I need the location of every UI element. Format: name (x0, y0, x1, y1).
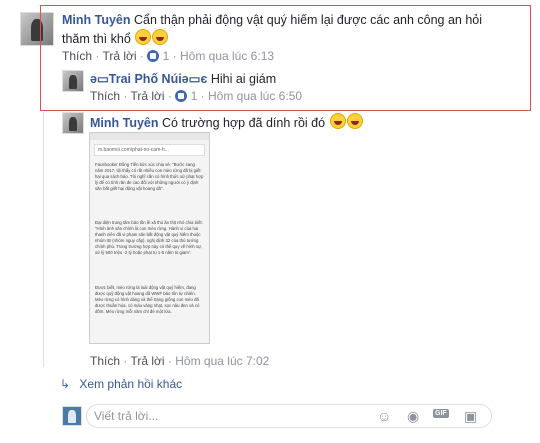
avatar[interactable] (62, 112, 84, 134)
comment-author[interactable]: Minh Tuyên (90, 116, 159, 130)
sticker-icon[interactable]: ▣ (464, 408, 477, 425)
article-paragraph: Đại diện trung tâm bảo tồn lê xã thú ăn … (95, 220, 203, 255)
current-user-avatar (62, 406, 82, 426)
comment-text: Có trường hợp đã dính rồi đó (162, 116, 326, 130)
reply-input-placeholder: Viết trả lời... (94, 409, 159, 423)
thread-line (43, 112, 44, 367)
article-paragraph: Facebooker Đồng Tiến bức xúc chia sẻ: "B… (95, 162, 204, 191)
laughing-emoji-icon (329, 113, 346, 129)
gif-icon[interactable]: GIF (433, 409, 449, 418)
like-link[interactable]: Thích (90, 354, 120, 368)
camera-icon[interactable]: ◉ (407, 408, 419, 425)
attached-image[interactable]: m.baomoi.com/phat-no-cam-h... Facebooker… (89, 132, 210, 344)
phone-url-bar: m.baomoi.com/phat-no-cam-h... (94, 144, 205, 156)
more-replies-link[interactable]: ↳ Xem phản hồi khác (60, 377, 182, 391)
highlight-box (40, 5, 531, 111)
comment-actions: Thích · Trả lời · Hôm qua lúc 7:02 (90, 354, 270, 368)
more-replies-label[interactable]: Xem phản hồi khác (79, 377, 182, 391)
emoji-icon[interactable]: ☺ (377, 408, 391, 424)
comment-body: Minh Tuyên Có trường hợp đã dính rồi đó (90, 113, 363, 130)
reply-link[interactable]: Trả lời (130, 354, 164, 368)
timestamp[interactable]: Hôm qua lúc 7:02 (175, 354, 269, 368)
reply-arrow-icon: ↳ (60, 377, 71, 391)
reply-input[interactable]: Viết trả lời... ☺ ◉ GIF ▣ (86, 404, 492, 428)
url-text: m.baomoi.com/phat-no-cam-h... (98, 147, 169, 153)
laughing-emoji-icon (346, 113, 363, 129)
phone-status-bar (90, 133, 209, 140)
article-paragraph: Được biết, mèo rừng là loài động vật quý… (95, 285, 200, 314)
